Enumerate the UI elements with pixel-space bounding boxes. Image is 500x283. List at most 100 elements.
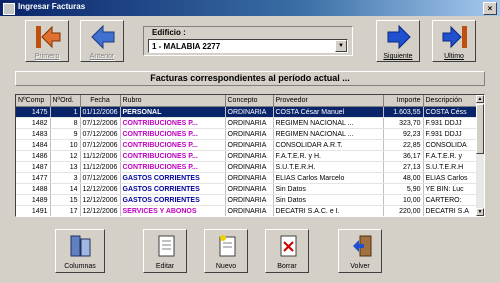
- table-cell-importe: 48,00: [383, 172, 424, 184]
- arrow-right-icon: [387, 24, 411, 50]
- table-row[interactable]: 1477 3 07/12/2006 GASTOS CORRIENTES ORDINARI…: [16, 172, 480, 184]
- column-header[interactable]: Importe: [383, 95, 424, 107]
- table-cell-proveedor: ELIAS Carlos Marcelo: [273, 172, 384, 184]
- building-selected-value: 1 - MALABIA 2277: [152, 42, 221, 51]
- table-cell-rubro: GASTOS CORRIENTES: [120, 183, 226, 195]
- table-row[interactable]: 1482 8 07/12/2006 CONTRIBUCIONES P... ORDINA…: [16, 117, 480, 129]
- new-document-icon: [219, 235, 236, 257]
- table-header: NºComp NºOrd. Fecha Rubro Concepto Prove…: [16, 95, 480, 107]
- edit-button[interactable]: Editar: [143, 229, 187, 273]
- table-cell-concepto: ORDINARIA: [225, 205, 274, 216]
- table-cell-ord: 10: [50, 139, 81, 151]
- table-cell-importe: 10,00: [383, 194, 424, 206]
- table-cell-concepto: ORDINARIA: [225, 161, 274, 173]
- table-cell-concepto: ORDINARIA: [225, 117, 274, 129]
- table-cell-importe: 5,90: [383, 183, 424, 195]
- table-row[interactable]: 14901612/12/2006REPARACIONESEXTRAOR...DE…: [16, 217, 479, 218]
- table-cell-rubro: REPARACIONES: [120, 217, 225, 218]
- column-header[interactable]: Fecha: [80, 95, 121, 107]
- table-row[interactable]: 1486 12 11/12/2006 CONTRIBUCIONES P... ORDIN…: [16, 150, 480, 162]
- table-cell-importe: 1.603,55: [383, 106, 424, 118]
- scroll-down-icon[interactable]: ▼: [476, 208, 484, 216]
- table-cell-concepto: ORDINARIA: [225, 172, 274, 184]
- table-cell-rubro: CONTRIBUCIONES P...: [120, 161, 226, 173]
- last-icon: [442, 25, 467, 49]
- previous-button[interactable]: Anterior: [80, 20, 124, 62]
- table-cell-comp: 1488: [16, 183, 51, 195]
- close-button[interactable]: ×: [483, 2, 497, 15]
- table-cell-rubro: CONTRIBUCIONES P...: [120, 139, 226, 151]
- next-button[interactable]: Siguiente: [376, 20, 420, 62]
- last-button[interactable]: Ultimo: [432, 20, 476, 62]
- table-row[interactable]: 1489 15 12/12/2006 GASTOS CORRIENTES ORDINAR…: [16, 194, 480, 206]
- scroll-thumb[interactable]: [476, 104, 484, 154]
- delete-label: Borrar: [277, 263, 297, 270]
- table-cell-comp: 1491: [16, 205, 51, 216]
- scroll-up-icon[interactable]: ▲: [476, 95, 484, 103]
- table-row[interactable]: 1484 10 07/12/2006 CONTRIBUCIONES P... ORDIN…: [16, 139, 480, 151]
- first-button[interactable]: Primero: [25, 20, 69, 62]
- table-cell-comp: 1484: [16, 139, 51, 151]
- table-cell-proveedor: COSTA César Manuel: [273, 106, 384, 118]
- edit-icon: [158, 235, 175, 257]
- table-cell-comp: 1477: [16, 172, 51, 184]
- column-header[interactable]: NºComp: [16, 95, 51, 107]
- table-cell-fecha: 12/12/2006: [80, 194, 121, 206]
- new-button[interactable]: Nuevo: [204, 229, 248, 273]
- arrow-left-icon: [91, 24, 115, 50]
- table-row[interactable]: 1475 1 01/12/2006 PERSONAL ORDINARIA COSTA Cé…: [16, 106, 480, 118]
- table-cell-desc: DECATRI S.A: [423, 205, 480, 216]
- table-row[interactable]: 1487 13 11/12/2006 CONTRIBUCIONES P... ORDIN…: [16, 161, 480, 173]
- building-select[interactable]: 1 - MALABIA 2277 ▼: [148, 39, 348, 53]
- table-row[interactable]: 1491 17 12/12/2006 SERVICES Y ABONOS ORDINAR…: [16, 205, 480, 216]
- table-cell-rubro: GASTOS CORRIENTES: [120, 172, 226, 184]
- invoice-grid[interactable]: NºComp NºOrd. Fecha Rubro Concepto Prove…: [15, 94, 485, 217]
- table-cell-proveedor: REGIMEN NACIONAL ...: [273, 128, 384, 140]
- back-button[interactable]: Volver: [338, 229, 382, 273]
- first-icon: [36, 25, 61, 49]
- table-cell-fecha: 12/12/2006: [80, 183, 121, 195]
- table-cell-rubro: GASTOS CORRIENTES: [120, 194, 226, 206]
- app-icon: [3, 3, 15, 15]
- columns-label: Columnas: [64, 263, 96, 270]
- table-cell-importe: 220,00: [383, 205, 424, 216]
- table-cell-ord: 3: [50, 172, 81, 184]
- window-title: Ingresar Facturas: [18, 2, 86, 11]
- column-header[interactable]: Rubro: [120, 95, 226, 107]
- delete-button[interactable]: Borrar: [265, 229, 309, 273]
- column-header[interactable]: Proveedor: [273, 95, 384, 107]
- table-row[interactable]: 1483 9 07/12/2006 CONTRIBUCIONES P... ORDINA…: [16, 128, 480, 140]
- previous-label: Anterior: [89, 53, 115, 60]
- table-cell-ord: 15: [50, 194, 81, 206]
- chevron-down-icon[interactable]: ▼: [335, 40, 347, 52]
- table-cell-importe: 323,70: [383, 117, 424, 129]
- columns-button[interactable]: Columnas: [55, 229, 105, 273]
- table-cell-desc: F.931 DDJJ: [423, 128, 480, 140]
- table-cell-proveedor: S.U.T.E.R.H.: [273, 161, 384, 173]
- table-cell-importe: 27,13: [383, 161, 424, 173]
- table-cell-proveedor: DECATRI S.A.C. e I.: [273, 217, 383, 218]
- table-cell-fecha: 01/12/2006: [80, 106, 121, 118]
- table-cell-fecha: 07/12/2006: [80, 172, 121, 184]
- table-cell-rubro: PERSONAL: [120, 106, 226, 118]
- table-cell-importe: 92,23: [383, 128, 424, 140]
- table-cell-comp: 1486: [16, 150, 51, 162]
- table-cell-comp: 1490: [16, 217, 50, 218]
- column-header[interactable]: Descripción: [423, 95, 480, 107]
- table-cell-comp: 1483: [16, 128, 51, 140]
- table-cell-ord: 1: [50, 106, 81, 118]
- vertical-scrollbar[interactable]: ▲ ▼: [476, 95, 484, 216]
- table-cell-desc: F.931 DDJJ: [423, 117, 480, 129]
- column-header[interactable]: NºOrd.: [50, 95, 81, 107]
- table-cell-fecha: 07/12/2006: [80, 139, 121, 151]
- table-cell-concepto: EXTRAOR...: [225, 217, 273, 218]
- table-row[interactable]: 1488 14 12/12/2006 GASTOS CORRIENTES ORDINAR…: [16, 183, 480, 195]
- table-cell-fecha: 12/12/2006: [80, 217, 120, 218]
- table-cell-ord: 13: [50, 161, 81, 173]
- table-cell-ord: 14: [50, 183, 81, 195]
- table-cell-ord: 8: [50, 117, 81, 129]
- invoice-window: Ingresar Facturas × Primero Anterior Edi…: [0, 0, 500, 283]
- table-cell-desc: ELIAS Carlos: [423, 172, 480, 184]
- column-header[interactable]: Concepto: [225, 95, 274, 107]
- table-cell-concepto: ORDINARIA: [225, 139, 274, 151]
